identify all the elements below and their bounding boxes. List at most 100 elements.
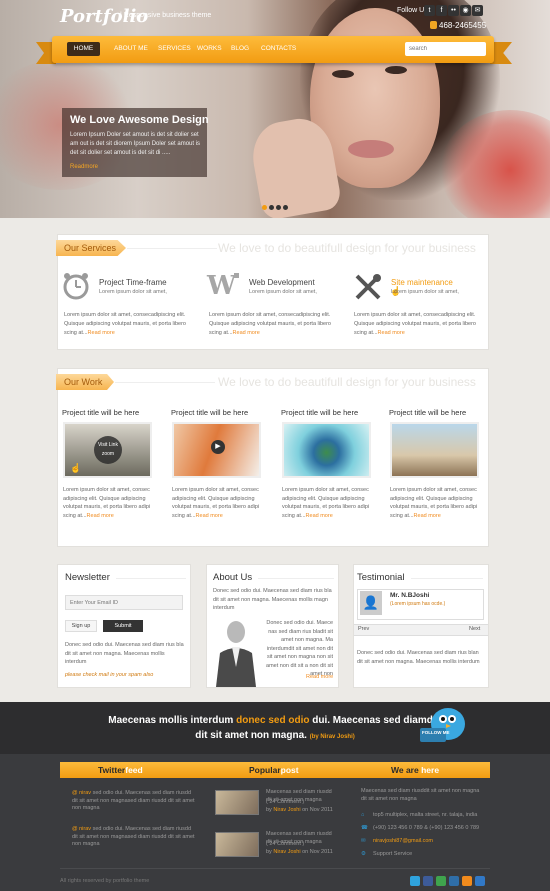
rss-icon[interactable]: ◉ bbox=[460, 5, 471, 16]
signup-button[interactable]: Sign up bbox=[65, 620, 97, 632]
testimonial-pager bbox=[354, 624, 488, 636]
service-text: Lorem ipsum dolor sit amet, consecadipis… bbox=[354, 312, 476, 336]
tweet: @ nirav sed odio dui. Maecenas sed diam … bbox=[72, 826, 195, 847]
support-icon: ⚙ bbox=[361, 851, 366, 857]
visit-zoom-overlay[interactable]: Visit Link zoom bbox=[94, 436, 122, 464]
next-button[interactable]: Next bbox=[469, 626, 480, 632]
mail-icon[interactable]: ✉ bbox=[472, 5, 483, 16]
read-more-link[interactable]: Read more bbox=[196, 513, 223, 519]
contact-email[interactable]: niravjoshi87@gmail.com bbox=[373, 838, 433, 846]
prev-button[interactable]: Prev bbox=[358, 626, 369, 632]
nav-works[interactable]: WORKS bbox=[197, 42, 222, 56]
stumble-icon[interactable] bbox=[436, 876, 446, 886]
post-meta: by Nirav Joshi on Nov 2011 bbox=[266, 807, 333, 813]
about-intro: Donec sed odio dui. Maecenas sed diam ri… bbox=[213, 588, 332, 611]
play-icon[interactable]: ▶ bbox=[211, 440, 225, 454]
contact-intro: Maecenas sed diam riusddit sit amet non … bbox=[361, 788, 480, 802]
testimonial-title: Testimonial bbox=[357, 572, 405, 583]
testimonial-name: Mr. N.BJoshi bbox=[390, 592, 430, 599]
work-title[interactable]: Project title will be here bbox=[281, 408, 358, 417]
read-more-link[interactable]: Read more bbox=[306, 673, 333, 682]
service-title: Project Time-frame bbox=[99, 278, 167, 287]
newsletter-text: Donec sed odio dui. Maecenas sed diam ri… bbox=[65, 642, 184, 665]
testimonial-role: (Lorem ipsum has ocde.) bbox=[390, 601, 446, 607]
footer-divider bbox=[60, 868, 490, 869]
divider bbox=[411, 578, 483, 579]
service-subtitle: Lorem ipsum dolor sit amet, bbox=[99, 289, 167, 295]
post-thumbnail[interactable] bbox=[215, 790, 259, 815]
work-thumbnail[interactable] bbox=[282, 422, 371, 478]
services-heading: Our Services bbox=[56, 240, 126, 256]
post-meta: by Nirav Joshi on Nov 2011 bbox=[266, 849, 333, 855]
work-text: Lorem ipsum dolor sit amet, consec adipi… bbox=[390, 487, 478, 519]
support-service[interactable]: Support Service bbox=[373, 851, 412, 859]
service-subtitle: Lorem ipsum dolor sit amet, bbox=[391, 289, 459, 295]
read-more-link[interactable]: Read more bbox=[414, 513, 441, 519]
location-icon: ⌂ bbox=[361, 812, 365, 818]
copyright: All rights reserved by portfolio theme bbox=[60, 878, 150, 884]
twitter-bird-icon[interactable] bbox=[418, 704, 468, 748]
post-comments: ( 24 Comment ) bbox=[266, 799, 305, 805]
about-title: About Us bbox=[213, 572, 253, 583]
read-more-link[interactable]: Read more bbox=[233, 330, 260, 336]
twitter-icon[interactable]: t bbox=[424, 5, 435, 16]
newsletter-note: please check mail in your spam also bbox=[65, 672, 154, 678]
clock-icon bbox=[62, 272, 90, 300]
follow-me-label[interactable]: FOLLOW ME bbox=[422, 730, 450, 735]
contact-address: top5 multiplex, malta street, nr. talaja… bbox=[373, 812, 478, 818]
flickr-icon[interactable]: •• bbox=[448, 5, 459, 16]
service-title: Web Development bbox=[249, 278, 315, 287]
digg-icon[interactable] bbox=[449, 876, 459, 886]
nav-about[interactable]: ABOUT ME bbox=[114, 42, 148, 56]
work-thumbnail[interactable] bbox=[390, 422, 479, 478]
service-text: Lorem ipsum dolor sit amet, consecadipis… bbox=[64, 312, 186, 336]
slider-dot[interactable] bbox=[269, 205, 274, 210]
work-title[interactable]: Project title will be here bbox=[171, 408, 248, 417]
read-more-link[interactable]: Read more bbox=[306, 513, 333, 519]
cursor-hand-icon: ☝ bbox=[70, 463, 82, 473]
w-icon-slash bbox=[234, 273, 239, 278]
divider bbox=[116, 578, 186, 579]
mail-icon: ✉ bbox=[361, 838, 366, 844]
nav-services[interactable]: SERVICES bbox=[158, 42, 191, 56]
contact-phone: (+90) 123 456 0 789 & (+90) 123 456 0 78… bbox=[373, 825, 480, 831]
email-field[interactable] bbox=[65, 595, 183, 610]
submit-button[interactable]: Submit bbox=[103, 620, 143, 632]
post-thumbnail[interactable] bbox=[215, 832, 259, 857]
slider-dot[interactable] bbox=[283, 205, 288, 210]
facebook-icon[interactable]: f bbox=[436, 5, 447, 16]
twitter-icon[interactable] bbox=[410, 876, 420, 886]
work-heading: Our Work bbox=[56, 374, 114, 390]
work-text: Lorem ipsum dolor sit amet, consec adipi… bbox=[172, 487, 260, 519]
work-text: Lorem ipsum dolor sit amet, consec adipi… bbox=[282, 487, 370, 519]
about-person-photo bbox=[214, 617, 258, 687]
work-title[interactable]: Project title will be here bbox=[62, 408, 139, 417]
tweet: @ nirav sed odio dui. Maecenas sed diam … bbox=[72, 790, 195, 811]
divider bbox=[115, 382, 215, 383]
twitter-feed-heading: Twitterfeed bbox=[98, 765, 143, 775]
wordpress-w-icon: W bbox=[207, 271, 237, 301]
slider-dot[interactable] bbox=[276, 205, 281, 210]
tools-icon bbox=[353, 272, 383, 302]
hero-readmore-link[interactable]: Readmore bbox=[70, 164, 98, 170]
read-more-link[interactable]: Read more bbox=[87, 513, 114, 519]
work-slogan: We love to do beautifull design for your… bbox=[218, 375, 476, 389]
work-title[interactable]: Project title will be here bbox=[389, 408, 466, 417]
slider-dot[interactable] bbox=[262, 205, 267, 210]
nav-contacts[interactable]: CONTACTS bbox=[261, 42, 296, 56]
contact-heading: We are here bbox=[391, 765, 440, 775]
read-more-link[interactable]: Read more bbox=[378, 330, 405, 336]
facebook-icon[interactable] bbox=[423, 876, 433, 886]
work-text: Lorem ipsum dolor sit amet, consec adipi… bbox=[63, 487, 151, 519]
service-text: Lorem ipsum dolor sit amet, consecadipis… bbox=[209, 312, 331, 336]
site-tagline: | Responsive business theme bbox=[120, 12, 212, 19]
rss-icon[interactable] bbox=[462, 876, 472, 886]
read-more-link[interactable]: Read more bbox=[88, 330, 115, 336]
divider bbox=[127, 248, 217, 249]
phone-icon bbox=[430, 21, 437, 29]
nav-blog[interactable]: BLOG bbox=[231, 42, 249, 56]
nav-home[interactable]: HOME bbox=[67, 42, 100, 56]
divider bbox=[258, 578, 334, 579]
delicious-icon[interactable] bbox=[475, 876, 485, 886]
search-input[interactable] bbox=[405, 42, 486, 56]
